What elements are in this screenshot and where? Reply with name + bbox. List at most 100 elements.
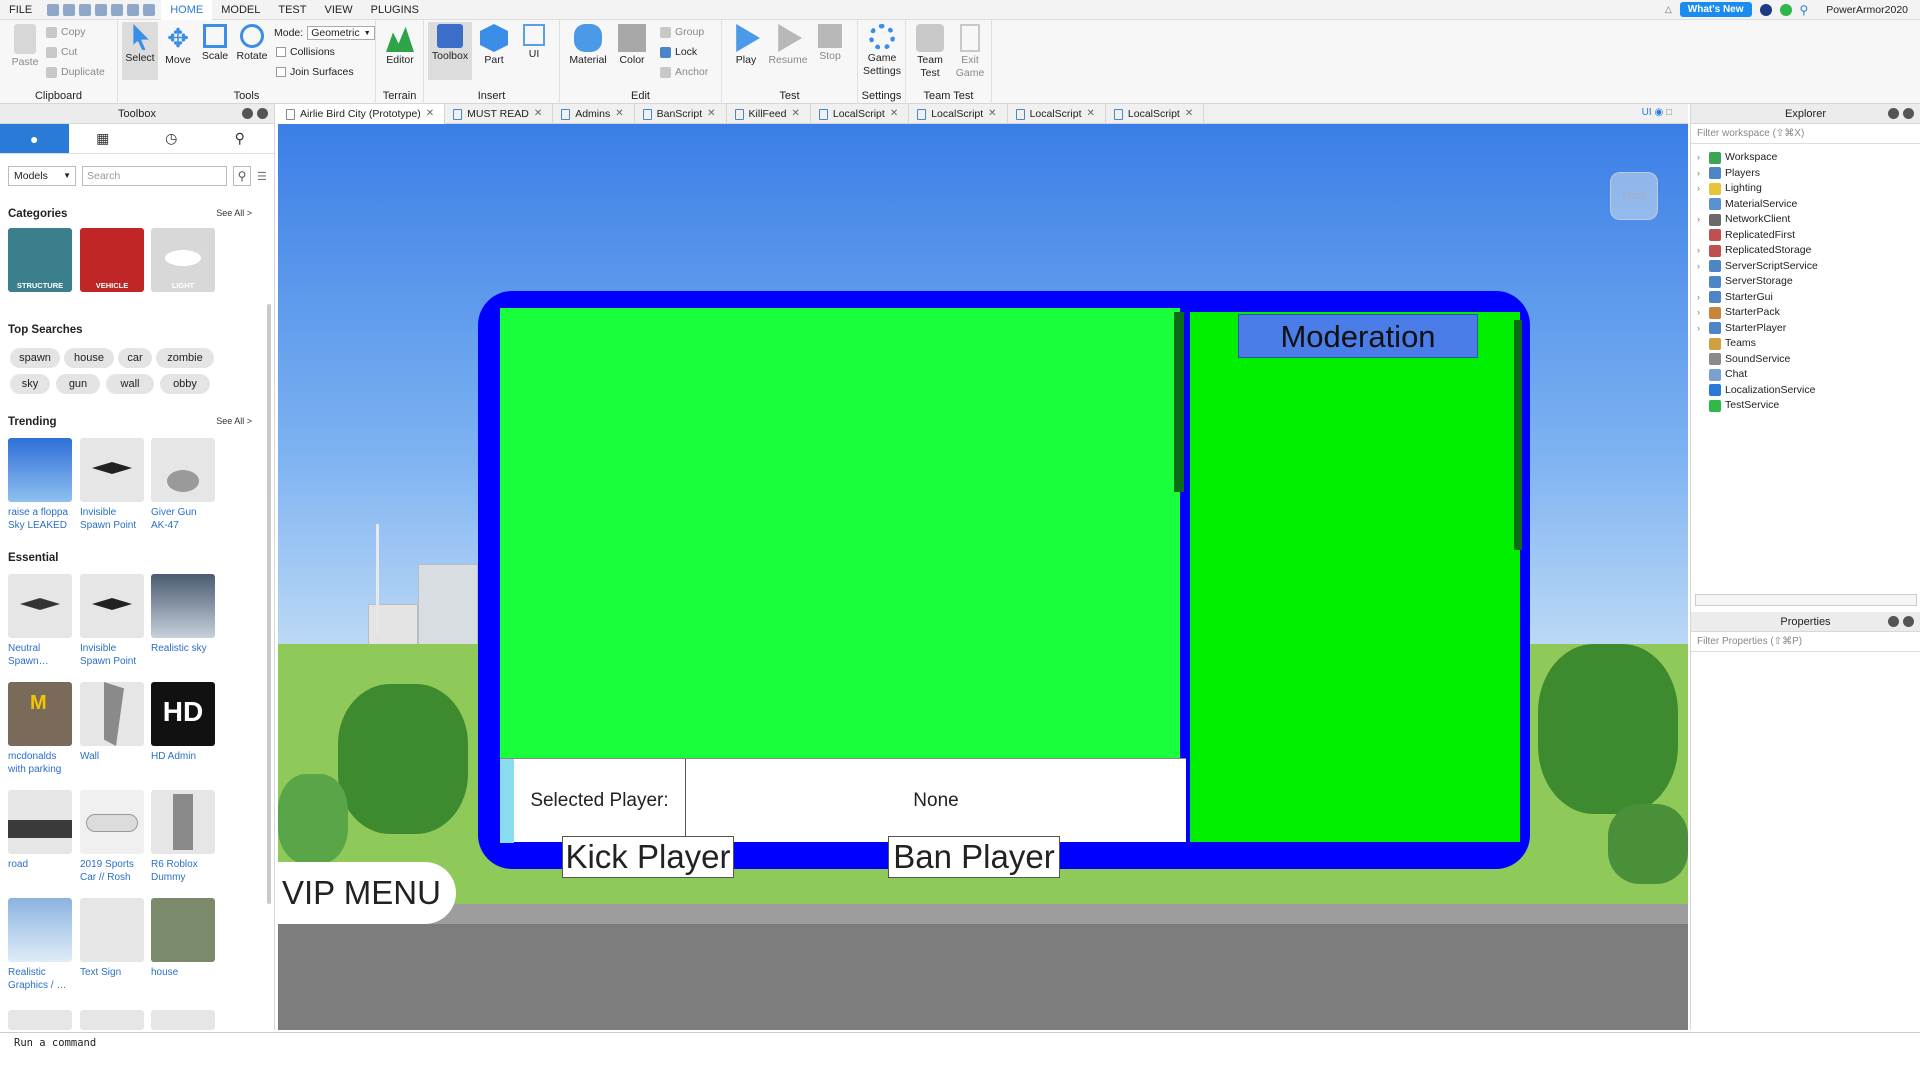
explorer-item[interactable]: ReplicatedFirst: [1697, 228, 1795, 243]
asset-card[interactable]: HD HD Admin: [151, 682, 215, 763]
top-search-chip[interactable]: gun: [56, 374, 100, 394]
resume-button[interactable]: Resume: [768, 24, 808, 66]
close-tab-icon[interactable]: ✕: [615, 104, 623, 124]
duplicate-button[interactable]: Duplicate: [46, 66, 105, 78]
chevron-right-icon[interactable]: ›: [1697, 321, 1705, 336]
search-icon[interactable]: ⚲: [233, 166, 251, 186]
player-list-scrollbar[interactable]: [1174, 312, 1184, 492]
view-cube-front[interactable]: Front: [1610, 172, 1658, 220]
asset-card[interactable]: road: [8, 790, 72, 871]
paste-button[interactable]: Paste: [8, 24, 42, 68]
join-surfaces-checkbox[interactable]: [276, 67, 286, 77]
dock-icon[interactable]: [1888, 108, 1899, 119]
top-search-chip[interactable]: spawn: [10, 348, 60, 368]
top-search-chip[interactable]: zombie: [156, 348, 214, 368]
tab-home[interactable]: HOME: [161, 0, 213, 20]
chevron-right-icon[interactable]: ›: [1697, 290, 1705, 305]
command-bar-input[interactable]: Run a command: [0, 1032, 1920, 1052]
explorer-item[interactable]: › ServerScriptService: [1697, 259, 1818, 274]
close-tab-icon[interactable]: ✕: [890, 104, 898, 124]
explorer-item[interactable]: LocalizationService: [1697, 383, 1815, 398]
chevron-right-icon[interactable]: ›: [1697, 150, 1705, 165]
toolbox-search-input[interactable]: Search: [82, 166, 227, 186]
category-light[interactable]: LIGHT: [151, 228, 215, 292]
asset-card[interactable]: Invisible Spawn Point: [80, 574, 144, 668]
asset-card[interactable]: [80, 1010, 144, 1030]
explorer-item[interactable]: Chat: [1697, 367, 1747, 382]
close-tab-icon[interactable]: ✕: [707, 104, 715, 124]
chevron-right-icon[interactable]: ›: [1697, 212, 1705, 227]
asset-card[interactable]: R6 Roblox Dummy: [151, 790, 215, 884]
explorer-item[interactable]: › NetworkClient: [1697, 212, 1790, 227]
explorer-item[interactable]: › StarterPack: [1697, 305, 1780, 320]
share-icon[interactable]: ⚲: [1800, 3, 1809, 17]
top-search-chip[interactable]: sky: [10, 374, 50, 394]
explorer-item[interactable]: › ReplicatedStorage: [1697, 243, 1811, 258]
asset-card[interactable]: Mmcdonalds with parking: [8, 682, 72, 776]
3d-viewport[interactable]: Front Moderation Selected Player: None K…: [278, 124, 1688, 1030]
category-vehicle[interactable]: VEHICLE: [80, 228, 144, 292]
ui-visibility-toggle[interactable]: UI ◉ □: [1642, 107, 1672, 118]
categories-see-all[interactable]: See All >: [216, 208, 252, 218]
explorer-item[interactable]: TestService: [1697, 398, 1779, 413]
tab-creations[interactable]: ⚲: [206, 124, 275, 153]
asset-card[interactable]: Realistic sky: [151, 574, 215, 655]
explorer-item[interactable]: ServerStorage: [1697, 274, 1793, 289]
explorer-item[interactable]: MaterialService: [1697, 197, 1797, 212]
explorer-item[interactable]: SoundService: [1697, 352, 1790, 367]
redo-icon[interactable]: [143, 3, 156, 16]
dock-icon[interactable]: [242, 108, 253, 119]
rotate-tool-button[interactable]: Rotate: [234, 24, 270, 62]
asset-card[interactable]: Invisible Spawn Point: [80, 438, 144, 532]
open-file-icon[interactable]: [63, 3, 76, 16]
chevron-right-icon[interactable]: ›: [1697, 181, 1705, 196]
trending-see-all[interactable]: See All >: [216, 416, 252, 426]
undo-icon[interactable]: [127, 3, 140, 16]
top-search-chip[interactable]: wall: [106, 374, 154, 394]
category-select[interactable]: Models ▼: [8, 166, 76, 186]
copy-button[interactable]: Copy: [46, 26, 86, 38]
asset-card[interactable]: raise a floppa Sky LEAKED: [8, 438, 72, 532]
join-surfaces-toggle[interactable]: Join Surfaces: [276, 66, 354, 78]
tab-script[interactable]: LocalScript ✕: [811, 104, 910, 124]
asset-card[interactable]: 2019 Sports Car // Rosh: [80, 790, 144, 884]
menu-file[interactable]: FILE: [0, 0, 41, 20]
top-search-chip[interactable]: house: [64, 348, 114, 368]
tab-script[interactable]: BanScript ✕: [635, 104, 727, 124]
top-search-chip[interactable]: obby: [160, 374, 210, 394]
explorer-item[interactable]: › Lighting: [1697, 181, 1762, 196]
tab-view[interactable]: VIEW: [315, 0, 361, 20]
explorer-filter-input[interactable]: Filter workspace (⇧⌘X): [1691, 124, 1920, 144]
tab-script[interactable]: MUST READ ✕: [445, 104, 554, 124]
explorer-horizontal-scrollbar[interactable]: [1695, 594, 1917, 606]
toolbox-button[interactable]: Toolbox: [428, 22, 472, 80]
close-tab-icon[interactable]: ✕: [1087, 104, 1095, 124]
tab-script[interactable]: KillFeed ✕: [727, 104, 811, 124]
cut-button[interactable]: Cut: [46, 46, 77, 58]
tab-inventory[interactable]: ●: [0, 124, 69, 153]
collisions-toggle[interactable]: Collisions: [276, 46, 335, 58]
chevron-right-icon[interactable]: ›: [1697, 166, 1705, 181]
anchor-button[interactable]: Anchor: [660, 66, 708, 78]
collapse-ribbon-icon[interactable]: △: [1665, 4, 1672, 15]
asset-card[interactable]: house: [151, 898, 215, 979]
asset-card[interactable]: Neutral Spawn…: [8, 574, 72, 668]
moderation-scrollbar[interactable]: [1514, 320, 1522, 550]
status-icon[interactable]: [1779, 3, 1792, 16]
close-tab-icon[interactable]: ✕: [1185, 104, 1193, 124]
vip-menu-button[interactable]: VIP MENU: [278, 862, 456, 924]
stop-icon[interactable]: [111, 3, 124, 16]
asset-card[interactable]: Realistic Graphics / …: [8, 898, 72, 992]
tab-script[interactable]: LocalScript ✕: [1008, 104, 1106, 124]
explorer-item[interactable]: › Workspace: [1697, 150, 1777, 165]
chevron-right-icon[interactable]: ›: [1697, 305, 1705, 320]
toolbox-scrollbar[interactable]: [267, 304, 271, 904]
explorer-item[interactable]: › Players: [1697, 166, 1760, 181]
asset-card[interactable]: Text Sign: [80, 898, 144, 979]
properties-filter-input[interactable]: Filter Properties (⇧⌘P): [1691, 632, 1920, 652]
exit-game-button[interactable]: Exit Game: [952, 24, 988, 80]
play-button[interactable]: Play: [728, 24, 764, 66]
dock-icon[interactable]: [1888, 616, 1899, 627]
collisions-checkbox[interactable]: [276, 47, 286, 57]
close-tab-icon[interactable]: ✕: [791, 104, 799, 124]
